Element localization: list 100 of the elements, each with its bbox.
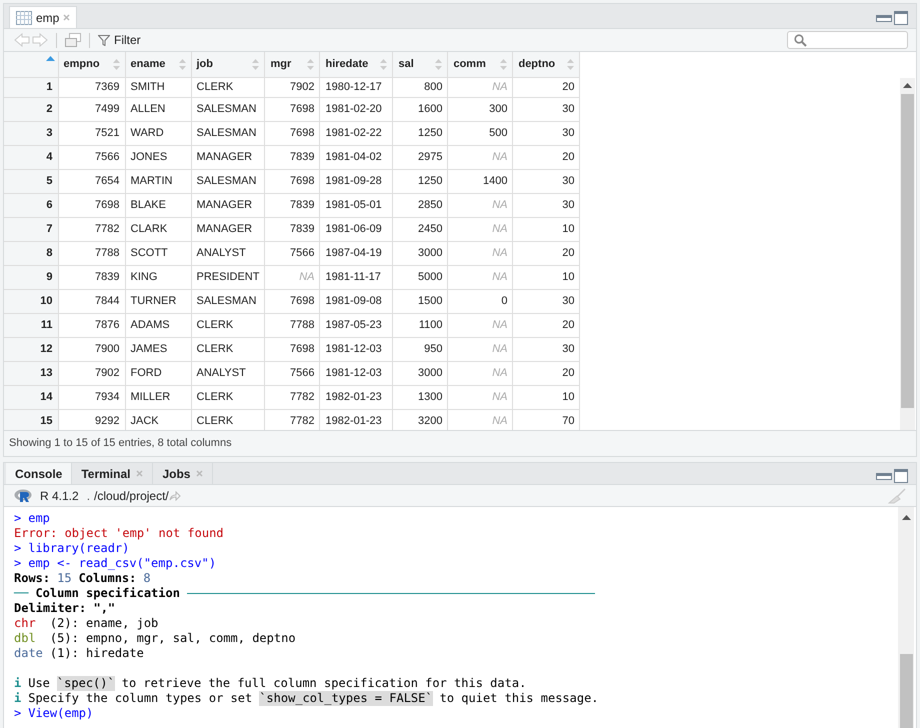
table-cell: MANAGER	[191, 193, 265, 217]
table-cell: 7698	[264, 97, 320, 121]
column-header[interactable]: comm	[448, 52, 513, 77]
table-cell: PRESIDENT	[191, 265, 265, 289]
scrollbar[interactable]	[898, 507, 914, 728]
table-cell: 7902	[58, 361, 125, 385]
sort-icon[interactable]	[252, 58, 260, 70]
back-forward-icon[interactable]	[14, 33, 48, 47]
type-label: dbl	[14, 631, 37, 646]
scrollbar-thumb[interactable]	[901, 94, 914, 408]
working-directory-link[interactable]: /cloud/project/	[94, 486, 169, 504]
sort-icon[interactable]	[380, 58, 388, 70]
info-icon: i	[14, 691, 22, 706]
table-cell: JAMES	[125, 337, 191, 361]
table-cell: NA	[448, 313, 513, 337]
table-cell: 7900	[58, 337, 125, 361]
rule-dashes: ──	[14, 586, 28, 601]
table-cell: 7876	[58, 313, 125, 337]
table-cell: SALESMAN	[191, 289, 265, 313]
table-cell: 2850	[392, 193, 448, 217]
table-icon	[16, 10, 32, 24]
row-number: 4	[4, 145, 58, 169]
table-cell: 7566	[264, 241, 320, 265]
column-header[interactable]: hiredate	[320, 52, 393, 77]
sort-icon[interactable]	[567, 58, 574, 70]
table-cell: 1100	[392, 313, 448, 337]
search-field[interactable]	[787, 31, 908, 49]
sort-icon[interactable]	[500, 58, 508, 70]
row-number: 14	[4, 385, 58, 409]
close-icon[interactable]	[136, 470, 144, 477]
minimize-icon[interactable]	[876, 14, 892, 22]
sort-icon[interactable]	[178, 58, 186, 70]
table-cell: 20	[512, 313, 580, 337]
table-cell: 5000	[392, 265, 448, 289]
table-cell: MILLER	[125, 385, 191, 409]
table-cell: 1980-12-17	[320, 77, 393, 97]
sort-ascending-icon[interactable]	[46, 56, 54, 61]
close-icon[interactable]	[196, 470, 204, 477]
table-cell: 10	[512, 385, 580, 409]
table-cell: MANAGER	[191, 217, 265, 241]
table-cell: SALESMAN	[191, 97, 265, 121]
column-header[interactable]: ename	[125, 52, 191, 77]
table-cell: SALESMAN	[191, 121, 265, 145]
console-output: Specify the column types or set	[28, 691, 252, 706]
console-number: 8	[143, 571, 151, 586]
table-cell: SMITH	[125, 77, 191, 97]
table-cell: 1987-04-19	[320, 241, 393, 265]
table-cell: 30	[512, 193, 580, 217]
r-version: R 4.1.2	[40, 488, 79, 504]
arrow-icon[interactable]	[168, 490, 181, 500]
table-cell: ANALYST	[191, 241, 265, 265]
scroll-up-icon[interactable]	[903, 83, 912, 88]
table-cell: 7654	[58, 169, 125, 193]
column-header[interactable]: sal	[392, 52, 448, 77]
maximize-icon[interactable]	[894, 11, 908, 25]
table-cell: 2450	[392, 217, 448, 241]
column-header[interactable]: mgr	[264, 52, 320, 77]
scrollbar[interactable]	[900, 78, 915, 430]
scroll-up-icon[interactable]	[902, 515, 910, 520]
entries-summary: Showing 1 to 15 of 15 entries, 8 total columns	[9, 436, 232, 452]
sort-icon[interactable]	[435, 58, 442, 70]
broom-icon[interactable]	[888, 488, 906, 504]
table-cell: NA	[448, 77, 513, 97]
close-icon[interactable]	[63, 14, 70, 21]
popout-icon[interactable]	[65, 33, 81, 47]
table-cell: 30	[512, 337, 580, 361]
table-cell: FORD	[125, 361, 191, 385]
table-cell: CLERK	[191, 385, 265, 409]
console-command: View(emp)	[28, 706, 94, 721]
table-cell: 7788	[264, 313, 320, 337]
row-number: 12	[4, 337, 58, 361]
console-output: Column specification	[35, 586, 180, 601]
scrollbar-thumb[interactable]	[900, 654, 912, 728]
search-icon	[794, 34, 807, 46]
pane-tab[interactable]: Console	[6, 463, 72, 484]
table-cell: 7566	[58, 145, 125, 169]
column-header[interactable]: job	[191, 52, 265, 77]
minimize-icon[interactable]	[876, 472, 892, 480]
sort-icon[interactable]	[307, 58, 314, 70]
sort-icon[interactable]	[112, 58, 120, 70]
table-cell: 7782	[264, 385, 320, 409]
column-header[interactable]: deptno	[512, 52, 580, 77]
table-cell: 7698	[264, 337, 320, 361]
table-cell: 7839	[264, 145, 320, 169]
filter-button[interactable]: Filter	[98, 31, 141, 49]
console-prompt: >	[14, 556, 22, 571]
table-cell: 1982-01-23	[320, 385, 393, 409]
filter-icon	[98, 34, 110, 46]
table-cell: JONES	[125, 145, 191, 169]
console-output: (2): ename, job	[50, 616, 158, 631]
column-header[interactable]: empno	[58, 52, 125, 77]
viewer-tab[interactable]: emp	[9, 6, 78, 28]
table-cell: 1981-09-08	[320, 289, 393, 313]
maximize-icon[interactable]	[894, 469, 908, 483]
table-cell: 7844	[58, 289, 125, 313]
r-logo-icon	[14, 488, 32, 502]
table-cell: CLERK	[191, 77, 265, 97]
table-cell: 7566	[264, 361, 320, 385]
table-cell: 950	[392, 337, 448, 361]
table-cell: 7782	[58, 217, 125, 241]
